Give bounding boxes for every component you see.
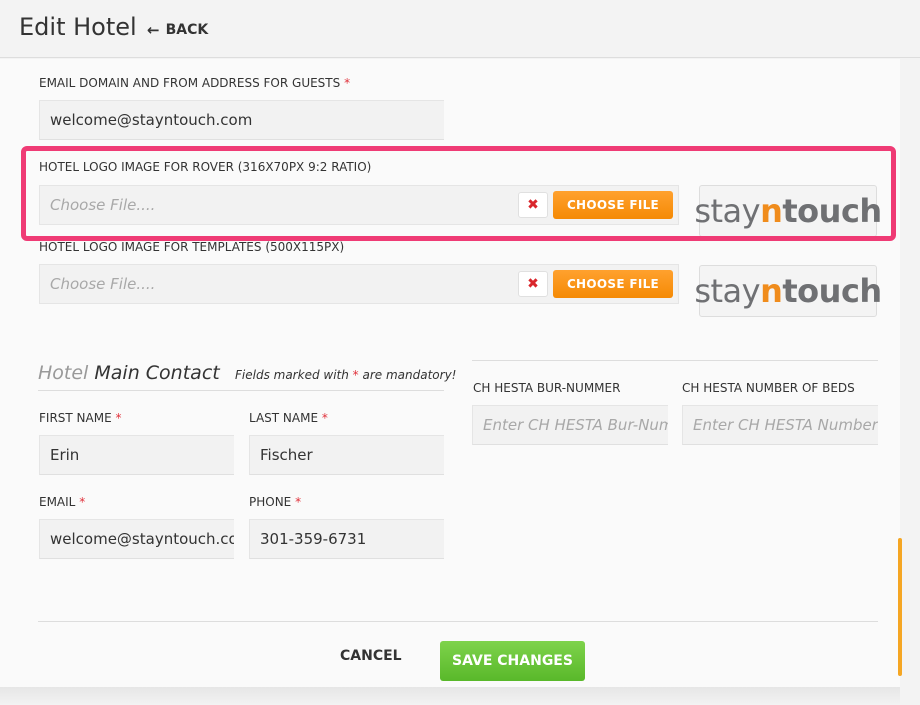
logo-templates-remove-button[interactable]: ✖ <box>518 271 548 297</box>
logo-rover-label: HOTEL LOGO IMAGE FOR ROVER (316X70PX 9:2… <box>39 160 372 174</box>
mandatory-note: Fields marked with * are mandatory! <box>235 368 457 382</box>
first-name-input[interactable]: Erin <box>39 435 234 475</box>
logo-rover-remove-button[interactable]: ✖ <box>518 192 548 218</box>
logo-rover-placeholder: Choose File.... <box>50 196 156 214</box>
last-name-label: LAST NAME * <box>249 411 328 425</box>
logo-templates-choose-file-button[interactable]: CHOOSE FILE <box>553 270 673 298</box>
save-changes-button[interactable]: SAVE CHANGES <box>440 641 585 681</box>
phone-input[interactable]: 301-359-6731 <box>249 519 444 559</box>
close-icon: ✖ <box>527 276 539 292</box>
logo-rover-preview: stay n touch <box>694 185 882 237</box>
close-icon: ✖ <box>527 197 539 213</box>
phone-label: PHONE * <box>249 495 302 509</box>
panel-shadow <box>0 687 900 705</box>
ch-hesta-beds-label: CH HESTA NUMBER OF BEDS <box>682 381 855 395</box>
logo-templates-label: HOTEL LOGO IMAGE FOR TEMPLATES (500X115P… <box>39 240 345 254</box>
first-name-label: FIRST NAME * <box>39 411 122 425</box>
email-input[interactable]: welcome@stayntouch.con <box>39 519 234 559</box>
back-button[interactable]: ← BACK <box>147 21 208 39</box>
arrow-left-icon: ← <box>147 21 160 39</box>
scrollbar-thumb[interactable] <box>898 538 902 676</box>
email-domain-label: EMAIL DOMAIN AND FROM ADDRESS FOR GUESTS… <box>39 76 351 90</box>
section-divider <box>38 390 444 391</box>
back-label: BACK <box>165 22 209 38</box>
page-header: Edit Hotel ← BACK <box>0 0 920 58</box>
email-label: EMAIL * <box>39 495 86 509</box>
required-asterisk: * <box>344 76 351 90</box>
cancel-button[interactable]: CANCEL <box>340 648 402 664</box>
ch-hesta-beds-input[interactable]: Enter CH HESTA Number of <box>682 405 878 445</box>
logo-rover-choose-file-button[interactable]: CHOOSE FILE <box>553 191 673 219</box>
email-domain-input[interactable]: welcome@stayntouch.com <box>39 100 444 140</box>
last-name-input[interactable]: Fischer <box>249 435 444 475</box>
footer-divider <box>38 621 878 622</box>
logo-templates-preview: stay n touch <box>694 265 882 317</box>
ch-hesta-bur-input[interactable]: Enter CH HESTA Bur-Numm <box>472 405 668 445</box>
page-title: Edit Hotel <box>19 13 137 41</box>
section-title: Hotel Main Contact <box>38 362 220 384</box>
section-divider <box>472 360 878 361</box>
ch-hesta-bur-label: CH HESTA BUR-NUMMER <box>473 381 621 395</box>
logo-templates-placeholder: Choose File.... <box>50 275 156 293</box>
